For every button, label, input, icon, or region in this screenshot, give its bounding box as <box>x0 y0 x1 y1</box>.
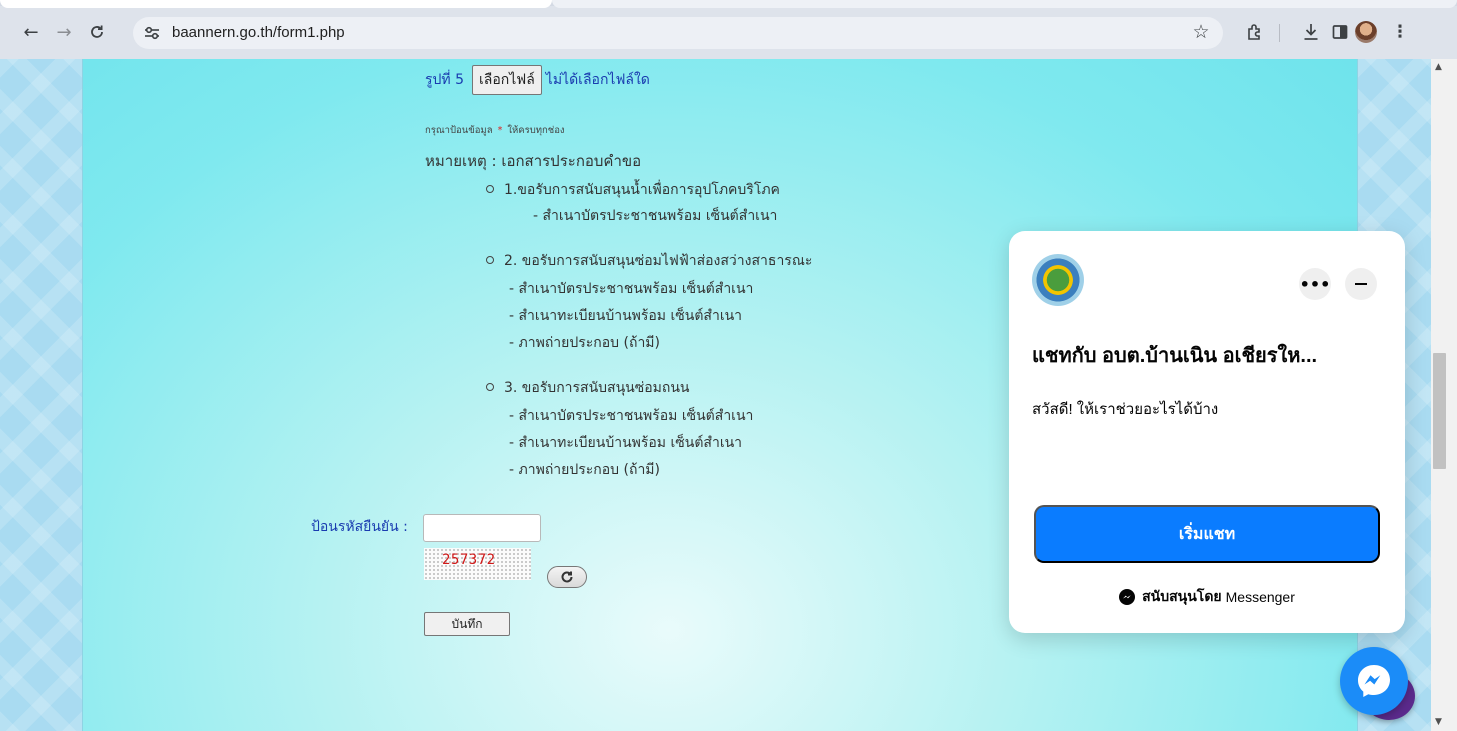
reload-icon[interactable] <box>85 20 109 44</box>
decorative-background-left <box>0 59 82 731</box>
required-note: กรุณาป้อนข้อมูล * ให้ครบทุกช่อง <box>425 123 565 138</box>
bullet-circle-icon <box>486 383 494 391</box>
captcha-label: ป้อนรหัสยืนยัน : <box>311 519 408 535</box>
powered-by-text: สนับสนุนโดย <box>1142 588 1222 604</box>
url-text[interactable]: baannern.go.th/form1.php <box>172 24 345 41</box>
start-chat-button[interactable]: เริ่มแชท <box>1034 505 1380 563</box>
forward-icon[interactable]: → <box>52 20 76 44</box>
refresh-captcha-button[interactable] <box>547 566 587 588</box>
messenger-brand-text: Messenger <box>1225 589 1295 605</box>
item-doc: - สำเนาทะเบียนบ้านพร้อม เซ็นต์สำเนา <box>509 308 743 324</box>
messenger-small-icon <box>1119 589 1136 605</box>
item-title: 1.ขอรับการสนับสนุนน้ำเพื่อการอุปโภคบริโภ… <box>504 182 780 198</box>
item-doc: - สำเนาบัตรประชาชนพร้อม เซ็นต์สำเนา <box>533 208 778 224</box>
item-doc: - สำเนาบัตรประชาชนพร้อม เซ็นต์สำเนา <box>509 408 754 424</box>
bullet-circle-icon <box>486 256 494 264</box>
organization-logo <box>1032 254 1084 306</box>
scroll-thumb[interactable] <box>1433 353 1446 469</box>
item-doc: - สำเนาบัตรประชาชนพร้อม เซ็นต์สำเนา <box>509 281 754 297</box>
chat-title: แชทกับ อบต.บ้านเนิน อเชียรให... <box>1032 345 1318 367</box>
required-note-text-2: ให้ครบทุกช่อง <box>507 125 565 136</box>
list-item: 3. ขอรับการสนับสนุนซ่อมถนน <box>486 377 690 399</box>
remark-title: หมายเหตุ : เอกสารประกอบคำขอ <box>425 152 642 170</box>
back-icon[interactable]: ← <box>19 20 43 44</box>
refresh-icon <box>561 571 573 583</box>
messenger-chat-widget: ••• แชทกับ อบต.บ้านเนิน อเชียรให... สวัส… <box>1009 231 1405 633</box>
side-panel-icon[interactable] <box>1327 20 1353 44</box>
tab-edge[interactable] <box>552 0 1457 8</box>
profile-avatar[interactable] <box>1355 21 1377 43</box>
file-upload-row: รูปที่ 5 เลือกไฟล์ ไม่ได้เลือกไฟล์ใด <box>425 65 650 95</box>
minimize-button[interactable] <box>1345 268 1377 300</box>
captcha-input[interactable] <box>423 514 541 542</box>
messenger-icon <box>1358 665 1390 697</box>
minimize-icon <box>1355 283 1367 285</box>
item-doc: - ภาพถ่ายประกอบ (ถ้ามี) <box>509 335 660 351</box>
item-title: 2. ขอรับการสนับสนุนซ่อมไฟฟ้าส่องสว่างสาธ… <box>504 253 813 269</box>
browser-toolbar: ← → baannern.go.th/form1.php ☆ ⋮ <box>0 0 1457 59</box>
messenger-fab-button[interactable] <box>1340 647 1408 715</box>
bullet-circle-icon <box>486 185 494 193</box>
no-file-text: ไม่ได้เลือกไฟล์ใด <box>545 72 650 88</box>
extensions-icon[interactable] <box>1242 20 1268 44</box>
captcha-image: 257372 <box>424 548 531 580</box>
save-button[interactable]: บันทึก <box>424 612 510 636</box>
item-title: 3. ขอรับการสนับสนุนซ่อมถนน <box>504 380 690 396</box>
file-upload-label: รูปที่ 5 <box>425 72 464 88</box>
download-icon[interactable] <box>1298 20 1324 44</box>
active-tab-edge[interactable] <box>0 0 552 8</box>
required-note-text: กรุณาป้อนข้อมูล <box>425 125 493 136</box>
chat-footer: สนับสนุนโดย Messenger <box>1009 586 1405 608</box>
menu-kebab-icon[interactable]: ⋮ <box>1387 20 1413 44</box>
bookmark-star-icon[interactable]: ☆ <box>1189 20 1213 44</box>
scroll-down-arrow-icon[interactable]: ▼ <box>1435 717 1442 727</box>
choose-file-button[interactable]: เลือกไฟล์ <box>472 65 542 95</box>
list-item: 2. ขอรับการสนับสนุนซ่อมไฟฟ้าส่องสว่างสาธ… <box>486 250 812 272</box>
item-doc: - สำเนาทะเบียนบ้านพร้อม เซ็นต์สำเนา <box>509 435 743 451</box>
site-info-icon[interactable] <box>139 21 165 45</box>
more-options-button[interactable]: ••• <box>1299 268 1331 300</box>
item-doc: - ภาพถ่ายประกอบ (ถ้ามี) <box>509 462 660 478</box>
toolbar-separator <box>1279 24 1280 42</box>
list-item: 1.ขอรับการสนับสนุนน้ำเพื่อการอุปโภคบริโภ… <box>486 179 780 201</box>
scroll-up-arrow-icon[interactable]: ▲ <box>1435 62 1442 72</box>
required-asterisk: * <box>497 125 503 136</box>
chat-greeting: สวัสดี! ให้เราช่วยอะไรได้บ้าง <box>1032 401 1219 418</box>
